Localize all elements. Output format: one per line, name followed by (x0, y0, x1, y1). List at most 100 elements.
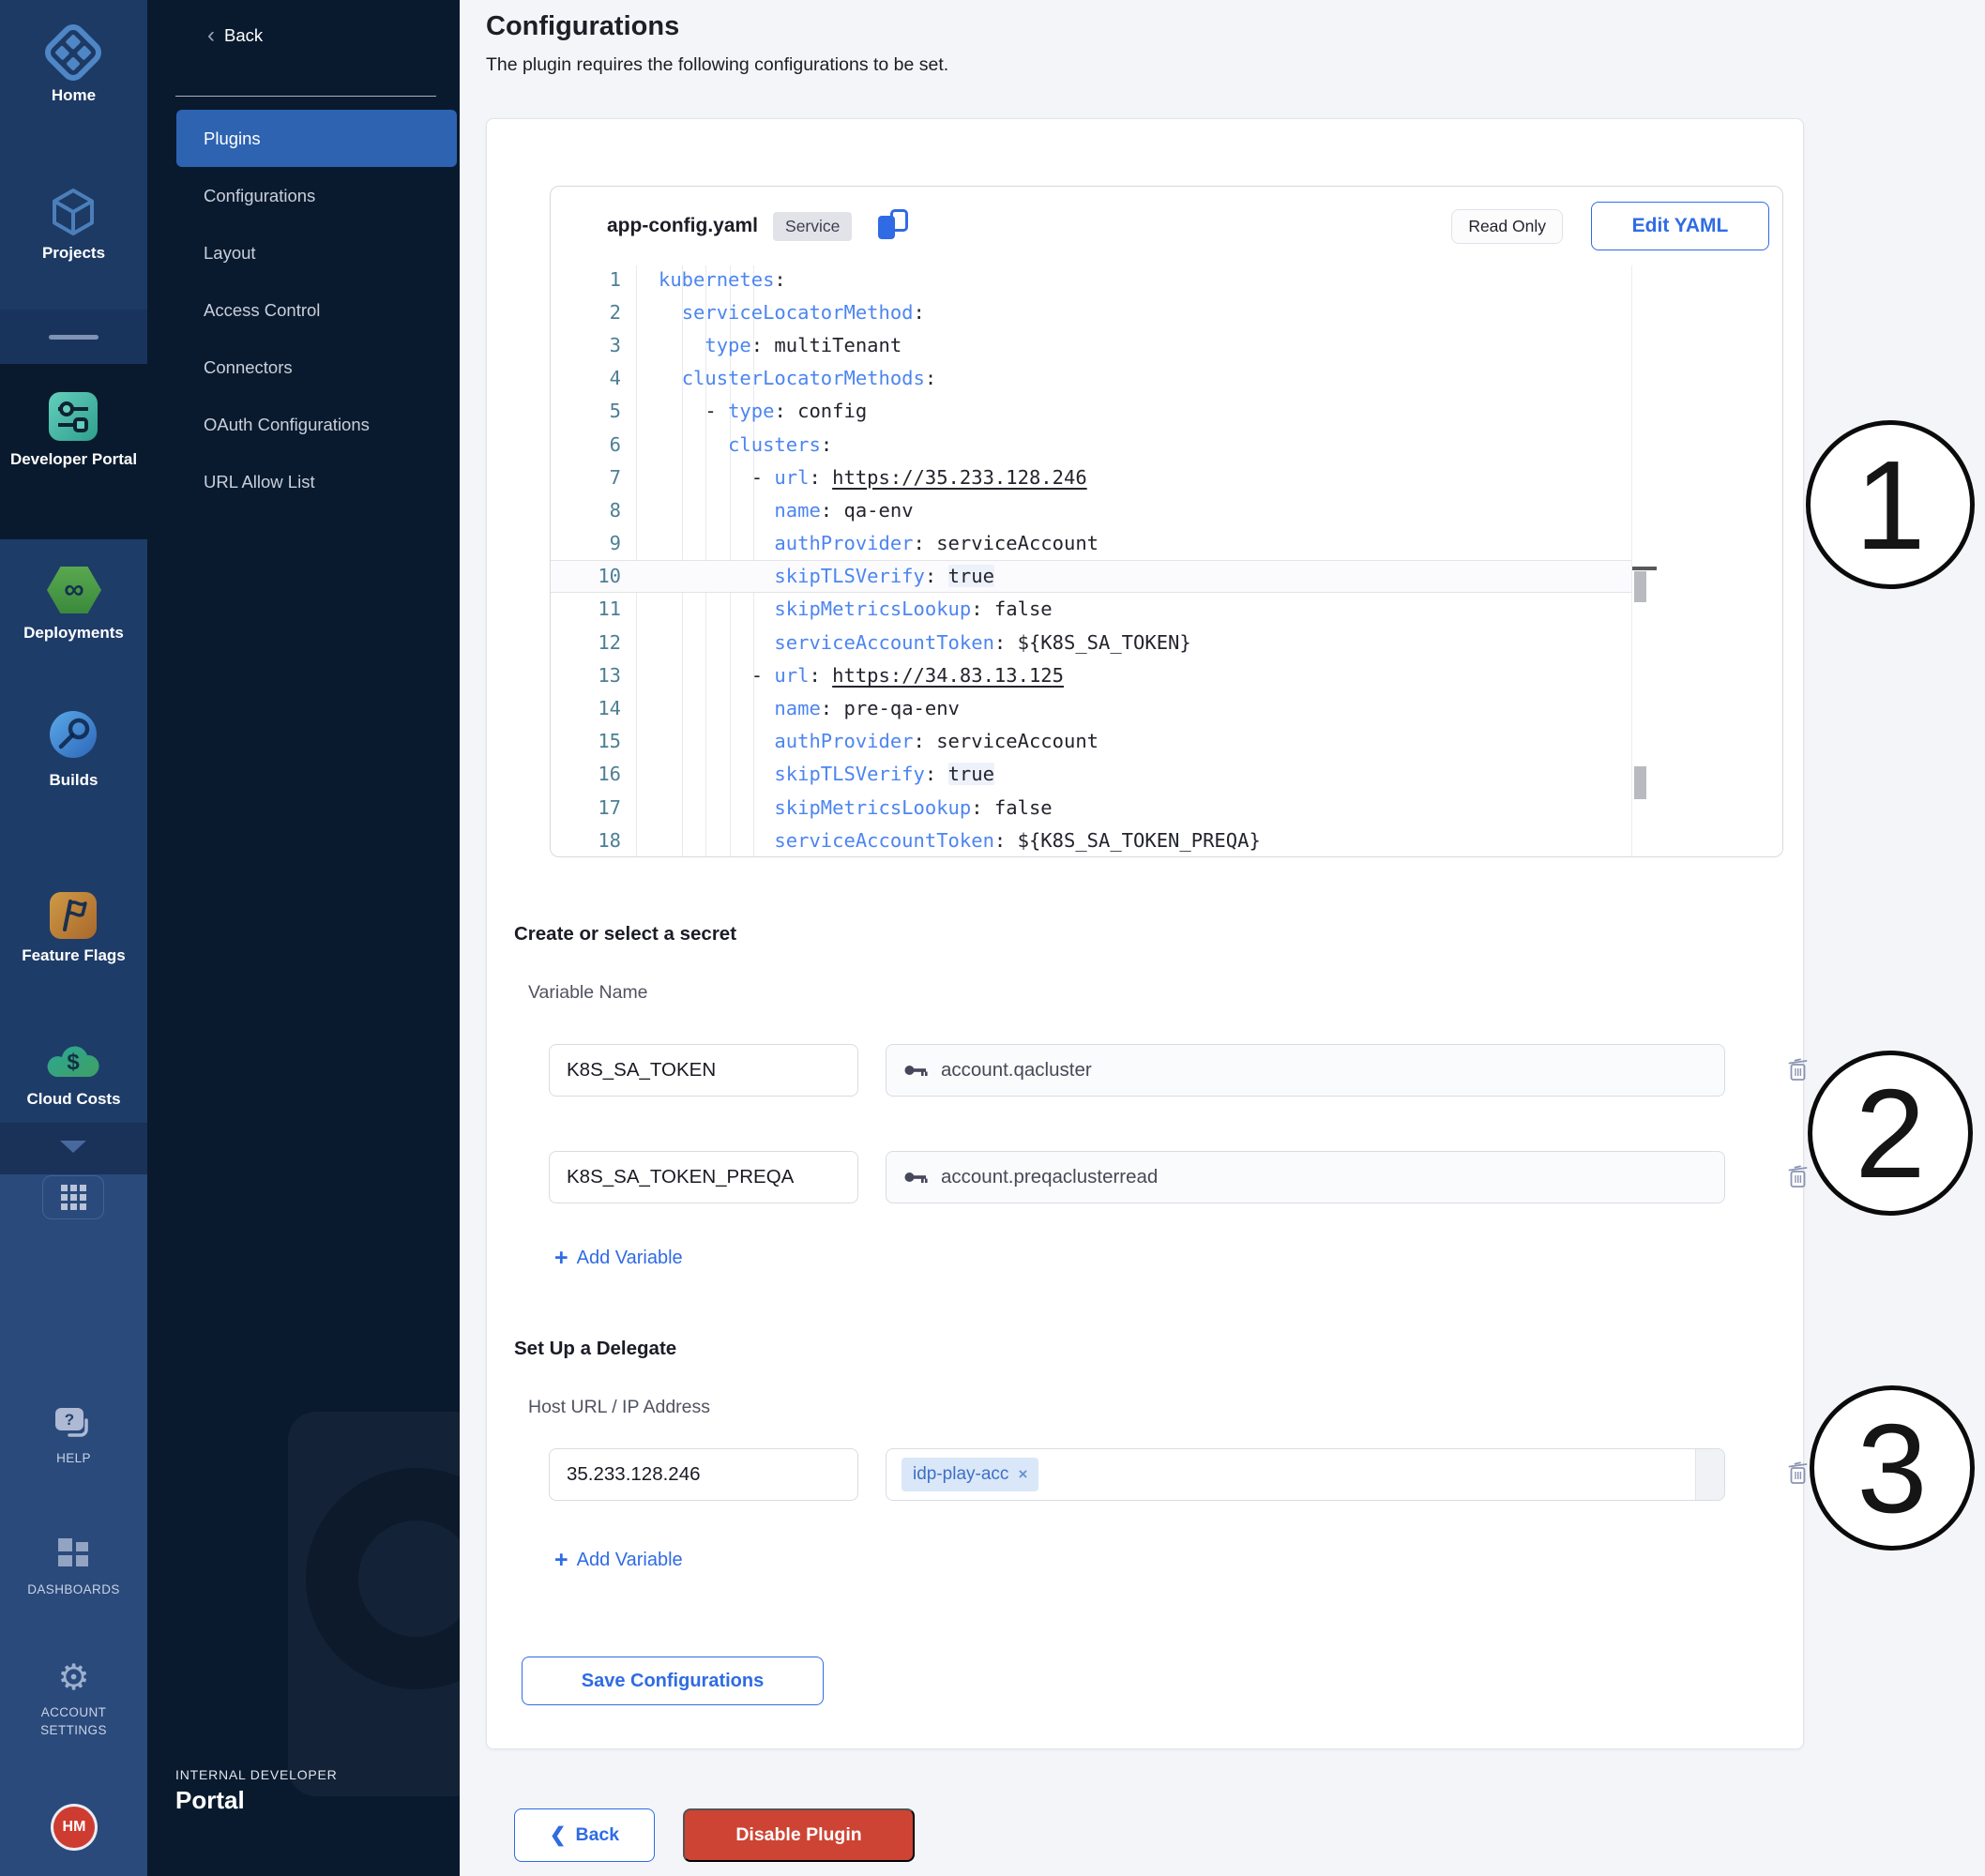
feature-flags-icon[interactable] (50, 892, 97, 939)
sidebar-item-projects[interactable]: Projects (0, 242, 147, 265)
builds-icon[interactable] (50, 711, 97, 758)
code-line-3: 3 type: multiTenant (551, 328, 1631, 361)
delegate-tag-input[interactable]: idp-play-acc × (886, 1448, 1725, 1501)
annotation-circle-3: 3 (1810, 1385, 1975, 1551)
help-icon[interactable]: ? (53, 1405, 96, 1445)
code-line-15: 15 authProvider: serviceAccount (551, 725, 1631, 758)
variable-name-input[interactable]: K8S_SA_TOKEN (549, 1044, 858, 1097)
service-badge: Service (773, 212, 852, 241)
copy-icon[interactable] (876, 209, 908, 243)
editor-scrollbar-track (1631, 265, 1632, 857)
sidebar-item-home[interactable]: Home (0, 84, 147, 107)
nav-item-configurations[interactable]: Configurations (176, 167, 457, 224)
remove-tag-icon[interactable]: × (1018, 1465, 1027, 1484)
svg-text:$: $ (67, 1050, 80, 1075)
yaml-editor-panel: app-config.yaml Service Read Only Edit Y… (550, 186, 1783, 857)
grid-icon (61, 1185, 86, 1210)
nav-back-button[interactable]: ‹ Back (207, 23, 263, 49)
code-line-6: 6 clusters: (551, 428, 1631, 461)
host-url-input[interactable]: 35.233.128.246 (549, 1448, 858, 1501)
add-variable-link[interactable]: + Add Variable (554, 1549, 683, 1571)
rail-collapse-handle[interactable] (49, 335, 98, 340)
delete-variable-icon[interactable] (1787, 1163, 1810, 1190)
sidebar-item-dashboards[interactable]: DASHBOARDS (0, 1581, 147, 1598)
nav-item-plugins[interactable]: Plugins (176, 110, 457, 167)
key-icon (903, 1063, 928, 1078)
nav-separator (175, 96, 436, 97)
developer-portal-icon[interactable] (49, 392, 98, 441)
sidebar-item-deployments[interactable]: Deployments (0, 622, 147, 644)
key-icon (903, 1170, 928, 1185)
module-grid-button[interactable] (42, 1175, 104, 1219)
host-url-label: Host URL / IP Address (528, 1397, 710, 1418)
code-line-11: 11 skipMetricsLookup: false (551, 593, 1631, 626)
code-line-1: 1kubernetes: (551, 265, 1631, 295)
chevron-down-icon[interactable] (60, 1141, 86, 1153)
code-lines: 1kubernetes:2 serviceLocatorMethod:3 typ… (551, 265, 1631, 856)
code-line-2: 2 serviceLocatorMethod: (551, 295, 1631, 328)
nav-item-layout[interactable]: Layout (176, 224, 457, 281)
disable-plugin-button[interactable]: Disable Plugin (683, 1808, 915, 1862)
sidebar-item-help[interactable]: HELP (0, 1449, 147, 1467)
delegate-tag-chip: idp-play-acc × (902, 1458, 1038, 1491)
annotation-circle-1: 1 (1806, 420, 1975, 589)
delete-delegate-icon[interactable] (1787, 1460, 1810, 1487)
delete-variable-icon[interactable] (1787, 1056, 1810, 1083)
tag-input-addon (1695, 1449, 1724, 1500)
configurations-card: app-config.yaml Service Read Only Edit Y… (486, 118, 1804, 1749)
nav-item-oauth-configurations[interactable]: OAuth Configurations (176, 396, 457, 453)
plugin-settings-nav: ‹ Back PluginsConfigurationsLayoutAccess… (147, 0, 460, 1876)
code-line-18: 18 serviceAccountToken: ${K8S_SA_TOKEN_P… (551, 824, 1631, 856)
variable-name-label: Variable Name (528, 982, 648, 1004)
yaml-editor-header: app-config.yaml Service Read Only Edit Y… (551, 187, 1782, 266)
sidebar-item-cloud-costs[interactable]: Cloud Costs (0, 1088, 147, 1111)
sidebar-item-account-settings[interactable]: ACCOUNT SETTINGS (0, 1703, 147, 1739)
yaml-code-area[interactable]: 1kubernetes:2 serviceLocatorMethod:3 typ… (551, 265, 1782, 857)
secret-select[interactable]: account.preqaclusterread (886, 1151, 1725, 1203)
code-line-8: 8 name: qa-env (551, 493, 1631, 526)
editor-scrollbar-thumb[interactable] (1634, 571, 1646, 602)
plus-icon: + (554, 1549, 568, 1571)
code-line-4: 4 clusterLocatorMethods: (551, 362, 1631, 395)
plus-icon: + (554, 1247, 568, 1269)
sidebar-item-developer-portal[interactable]: Developer Portal (0, 448, 147, 471)
yaml-filename: app-config.yaml (607, 215, 758, 237)
add-variable-link[interactable]: + Add Variable (554, 1247, 683, 1269)
dashboards-icon[interactable] (56, 1536, 92, 1570)
sidebar-item-feature-flags[interactable]: Feature Flags (0, 945, 147, 967)
secrets-heading: Create or select a secret (514, 923, 736, 946)
editor-scrollbar-annotation (1632, 567, 1657, 570)
module-sidebar: Home Projects Developer Portal ∞ Deploym… (0, 0, 147, 1876)
nav-item-url-allow-list[interactable]: URL Allow List (176, 453, 457, 510)
code-line-10: 10 skipTLSVerify: true (551, 560, 1631, 593)
edit-yaml-button[interactable]: Edit YAML (1591, 202, 1769, 250)
code-line-16: 16 skipTLSVerify: true (551, 758, 1631, 791)
user-avatar[interactable]: HM (53, 1807, 95, 1848)
projects-cube-icon[interactable] (48, 186, 98, 238)
code-line-9: 9 authProvider: serviceAccount (551, 527, 1631, 560)
save-configurations-button[interactable]: Save Configurations (522, 1657, 824, 1705)
nav-item-access-control[interactable]: Access Control (176, 281, 457, 339)
nav-footer-title: Portal (175, 1786, 245, 1815)
nav-item-connectors[interactable]: Connectors (176, 339, 457, 396)
code-line-14: 14 name: pre-qa-env (551, 691, 1631, 724)
cloud-costs-icon[interactable]: $ (45, 1037, 103, 1082)
delegate-heading: Set Up a Delegate (514, 1338, 676, 1360)
main-content: Configurations The plugin requires the f… (460, 0, 1985, 1876)
page-title: Configurations (486, 11, 679, 42)
page-subtitle: The plugin requires the following config… (486, 54, 948, 76)
sidebar-item-builds[interactable]: Builds (0, 769, 147, 792)
variable-name-input[interactable]: K8S_SA_TOKEN_PREQA (549, 1151, 858, 1203)
chevron-left-icon: ‹ (207, 23, 215, 49)
editor-scrollbar-thumb[interactable] (1634, 766, 1646, 799)
secret-select[interactable]: account.qacluster (886, 1044, 1725, 1097)
gear-icon[interactable]: ⚙ (0, 1658, 147, 1696)
screen: Home Projects Developer Portal ∞ Deploym… (0, 0, 1985, 1876)
rail-section-bottom (0, 1174, 147, 1876)
nav-footer-kicker: INTERNAL DEVELOPER (175, 1767, 338, 1782)
read-only-badge: Read Only (1451, 209, 1563, 244)
svg-text:?: ? (65, 1411, 74, 1429)
code-line-13: 13 - url: https://34.83.13.125 (551, 658, 1631, 691)
back-button[interactable]: ❮ Back (514, 1808, 655, 1862)
chevron-left-icon: ❮ (550, 1823, 567, 1847)
